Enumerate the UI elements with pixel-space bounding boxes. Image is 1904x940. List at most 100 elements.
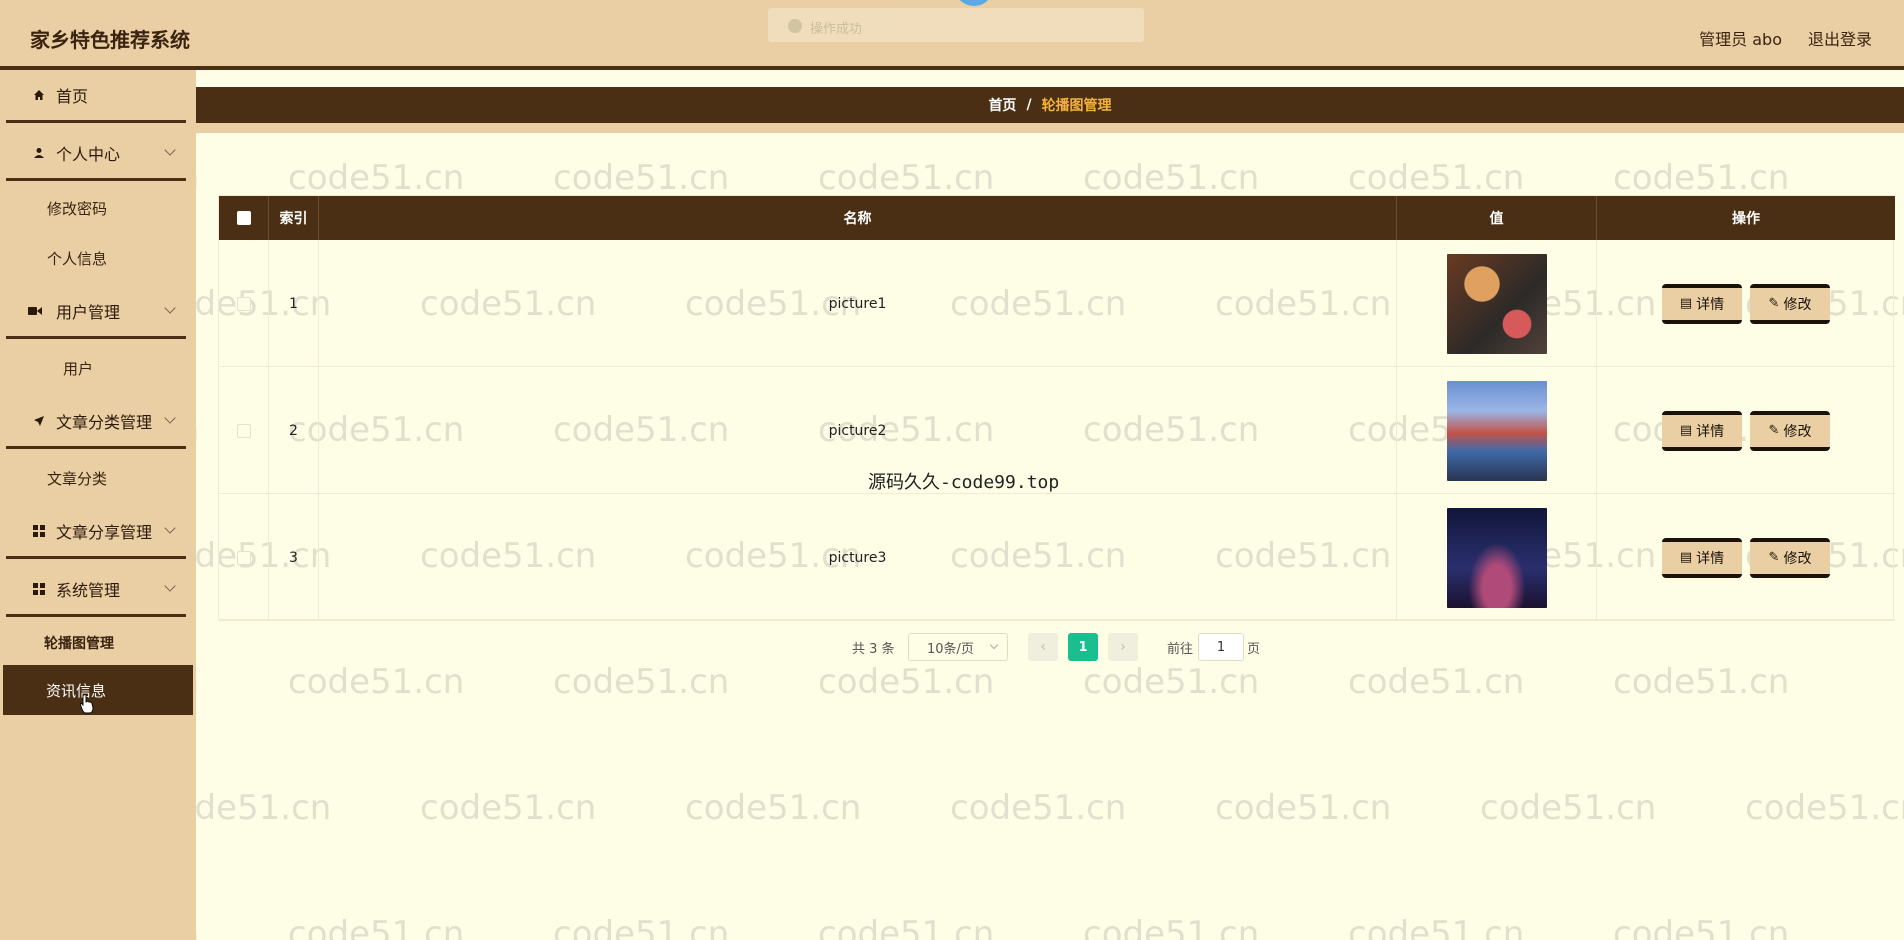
select-all-cell [219, 196, 269, 240]
sidebar-item-article-category[interactable]: 文章分类 [0, 458, 196, 498]
watermark-text: code51.cn [818, 914, 995, 940]
page-number-active[interactable]: 1 [1068, 633, 1098, 661]
chevron-down-icon [989, 640, 999, 650]
pagination-total: 共 3 条 [852, 642, 895, 657]
next-page-button[interactable]: › [1108, 633, 1138, 661]
carousel-thumbnail[interactable] [1446, 380, 1547, 481]
row-index: 1 [269, 240, 319, 367]
brand-title: 家乡特色推荐系统 [30, 28, 190, 52]
sidebar-item-system-management[interactable]: 系统管理 [0, 564, 196, 614]
sidebar-item-user-management[interactable]: 用户管理 [0, 286, 196, 336]
row-checkbox[interactable] [236, 296, 251, 311]
sidebar-item-change-password[interactable]: 修改密码 [0, 188, 196, 228]
row-select-cell [219, 494, 269, 621]
watermark-text: code51.cn [553, 662, 730, 702]
table-row: 1 picture1 ▤ 详情 ✎ 修改 [219, 240, 1895, 367]
goto-page-input[interactable] [1198, 633, 1244, 661]
carousel-table: 索引 名称 值 操作 1 picture1 ▤ 详情 ✎ 修改 2 picture2… [218, 195, 1895, 621]
divider [6, 120, 186, 123]
edit-button[interactable]: ✎ 修改 [1750, 283, 1830, 324]
divider [6, 336, 186, 339]
sidebar-item-personal-center[interactable]: 个人中心 [0, 128, 196, 178]
sidebar-item-personal-info[interactable]: 个人信息 [0, 238, 196, 278]
document-icon: ▤ [1679, 423, 1693, 438]
page-size-select[interactable]: 10条/页 [908, 633, 1008, 661]
row-checkbox[interactable] [236, 423, 251, 438]
row-name: picture3 [319, 494, 1397, 621]
edit-button-label: 修改 [1783, 296, 1812, 313]
row-actions: ▤ 详情 ✎ 修改 [1597, 240, 1895, 367]
watermark-text: code51.cn [288, 914, 465, 940]
sidebar-item-users[interactable]: 用户 [0, 348, 196, 388]
edit-icon: ✎ [1768, 423, 1780, 438]
carousel-thumbnail[interactable] [1446, 507, 1547, 608]
select-all-checkbox[interactable] [236, 211, 251, 225]
watermark-text: code51.cn [818, 662, 995, 702]
column-header-index: 索引 [269, 196, 319, 240]
page-unit-label: 页 [1247, 642, 1261, 657]
column-header-value: 值 [1397, 196, 1597, 240]
overlay-watermark-text: 源码久久-code99.top [868, 472, 1060, 493]
top-header: 家乡特色推荐系统 操作成功 管理员 abo 退出登录 [0, 0, 1904, 70]
video-icon [28, 304, 42, 318]
row-name: picture1 [319, 240, 1397, 367]
watermark-text: code51.cn [685, 788, 862, 828]
row-index: 2 [269, 367, 319, 494]
divider [6, 556, 186, 559]
edit-button[interactable]: ✎ 修改 [1750, 410, 1830, 451]
sidebar-item-label: 文章分类管理 [56, 413, 153, 432]
chevron-down-icon [164, 302, 176, 314]
watermark-text: code51.cn [1480, 788, 1657, 828]
page-size-value: 10条/页 [927, 641, 974, 657]
watermark-text: code51.cn [1613, 158, 1790, 198]
detail-button[interactable]: ▤ 详情 [1662, 410, 1742, 451]
send-icon [32, 414, 46, 428]
sidebar-item-news-info[interactable]: 资讯信息 [3, 665, 193, 715]
sidebar-item-carousel-management[interactable]: 轮播图管理 [0, 623, 196, 663]
chevron-down-icon [164, 580, 176, 592]
detail-button-label: 详情 [1696, 423, 1725, 440]
detail-button[interactable]: ▤ 详情 [1662, 537, 1742, 578]
document-icon: ▤ [1679, 296, 1693, 311]
edit-icon: ✎ [1768, 550, 1780, 565]
sidebar-item-label: 文章分享管理 [56, 523, 153, 542]
edit-icon: ✎ [1768, 296, 1780, 311]
watermark-text: code51.cn [553, 914, 730, 940]
breadcrumb-underline [196, 123, 1904, 133]
detail-button[interactable]: ▤ 详情 [1662, 283, 1742, 324]
edit-button-label: 修改 [1783, 423, 1812, 440]
watermark-text: code51.cn [288, 158, 465, 198]
edit-button[interactable]: ✎ 修改 [1750, 537, 1830, 578]
check-icon [788, 19, 802, 33]
row-name: picture2 [319, 367, 1397, 494]
chevron-down-icon [164, 412, 176, 424]
user-icon [32, 146, 46, 160]
watermark-text: code51.cn [1083, 158, 1260, 198]
grid-icon [32, 582, 46, 596]
watermark-text: code51.cn [288, 662, 465, 702]
scroll-top-orb [954, 0, 994, 6]
watermark-text: code51.cn [1613, 914, 1790, 940]
chevron-right-icon: › [1120, 639, 1126, 655]
sidebar-item-article-category-management[interactable]: 文章分类管理 [0, 396, 196, 446]
carousel-thumbnail[interactable] [1446, 253, 1547, 354]
sidebar-item-label: 首页 [56, 87, 89, 106]
watermark-text: code51.cn [1348, 158, 1525, 198]
row-checkbox[interactable] [236, 550, 251, 565]
table-header: 索引 名称 值 操作 [219, 196, 1895, 240]
divider [6, 614, 186, 617]
breadcrumb-home[interactable]: 首页 [988, 95, 1016, 115]
column-header-actions: 操作 [1732, 211, 1760, 227]
watermark-text: code51.cn [1613, 662, 1790, 702]
sidebar-item-home[interactable]: 首页 [0, 70, 196, 120]
breadcrumb: 首页 / 轮播图管理 [196, 87, 1904, 123]
divider [6, 446, 186, 449]
row-value-cell [1397, 240, 1597, 367]
edit-button-label: 修改 [1783, 550, 1812, 567]
table-row: 3 picture3 ▤ 详情 ✎ 修改 [219, 494, 1895, 621]
sidebar-item-label: 个人中心 [56, 145, 121, 164]
breadcrumb-separator: / [1026, 97, 1032, 113]
prev-page-button[interactable]: ‹ [1028, 633, 1058, 661]
logout-button[interactable]: 退出登录 [1808, 26, 1872, 50]
sidebar-item-article-share-management[interactable]: 文章分享管理 [0, 506, 196, 556]
